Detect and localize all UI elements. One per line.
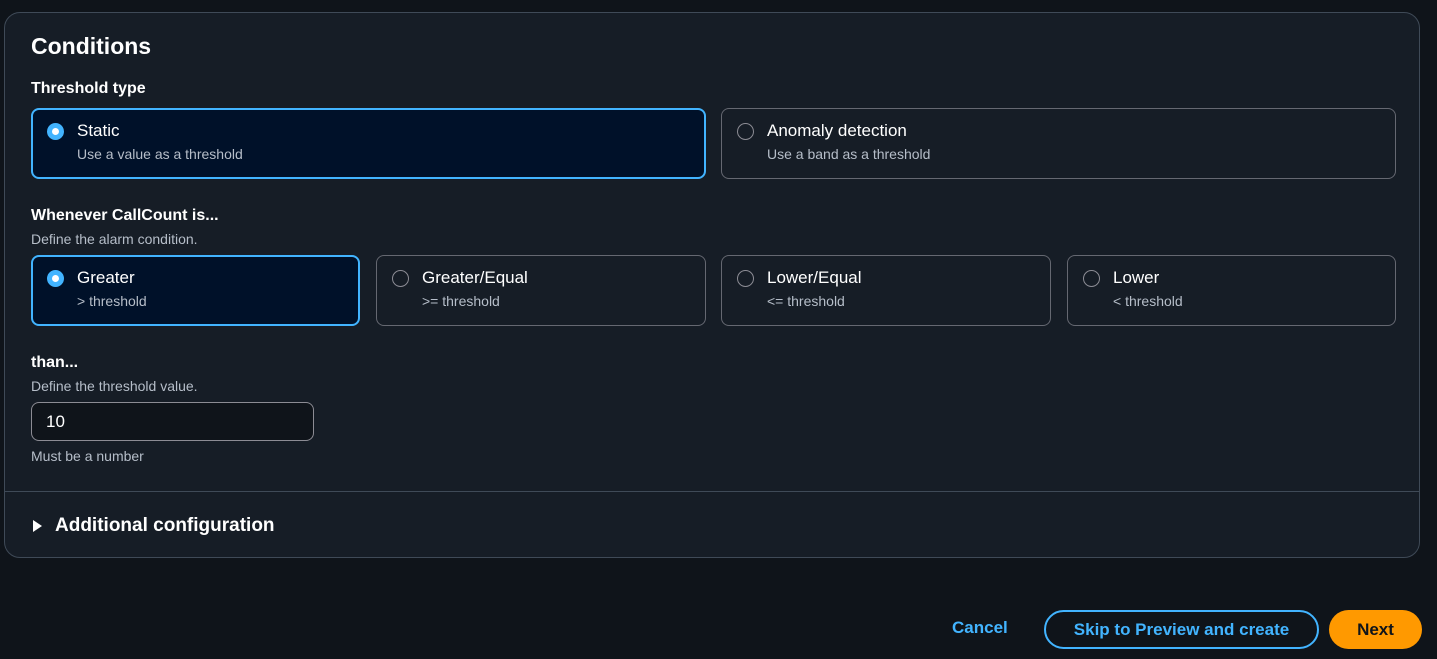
- threshold-value-input[interactable]: [31, 402, 314, 441]
- condition-lower-option[interactable]: Lower < threshold: [1067, 255, 1396, 326]
- option-title: Greater: [77, 268, 135, 287]
- additional-configuration-expander[interactable]: Additional configuration: [33, 515, 275, 537]
- option-subtitle: Use a value as a threshold: [77, 146, 243, 162]
- threshold-type-anomaly-option[interactable]: Anomaly detection Use a band as a thresh…: [721, 108, 1396, 179]
- threshold-type-static-option[interactable]: Static Use a value as a threshold: [31, 108, 706, 179]
- than-description: Define the threshold value.: [31, 378, 198, 394]
- whenever-label: Whenever CallCount is...: [31, 207, 219, 224]
- caret-right-icon[interactable]: [33, 520, 42, 532]
- option-subtitle: < threshold: [1113, 293, 1183, 309]
- option-subtitle: Use a band as a threshold: [767, 146, 931, 162]
- condition-greater-option[interactable]: Greater > threshold: [31, 255, 360, 326]
- option-subtitle: > threshold: [77, 293, 147, 309]
- option-title: Static: [77, 121, 120, 140]
- condition-greater-equal-option[interactable]: Greater/Equal >= threshold: [376, 255, 706, 326]
- option-title: Lower/Equal: [767, 268, 862, 287]
- radio-unselected-icon[interactable]: [392, 270, 409, 287]
- divider: [5, 491, 1419, 492]
- radio-unselected-icon[interactable]: [737, 123, 754, 140]
- option-subtitle: >= threshold: [422, 293, 500, 309]
- conditions-panel: Conditions Threshold type Static Use a v…: [4, 12, 1420, 558]
- cancel-button[interactable]: Cancel: [952, 618, 1008, 638]
- condition-lower-equal-option[interactable]: Lower/Equal <= threshold: [721, 255, 1051, 326]
- panel-title: Conditions: [31, 33, 152, 59]
- option-title: Anomaly detection: [767, 121, 907, 140]
- threshold-type-label: Threshold type: [31, 80, 146, 97]
- radio-selected-icon[interactable]: [47, 123, 64, 140]
- radio-unselected-icon[interactable]: [1083, 270, 1100, 287]
- radio-unselected-icon[interactable]: [737, 270, 754, 287]
- option-title: Greater/Equal: [422, 268, 528, 287]
- radio-selected-icon[interactable]: [47, 270, 64, 287]
- additional-configuration-label: Additional configuration: [55, 515, 275, 536]
- threshold-hint: Must be a number: [31, 448, 144, 464]
- option-title: Lower: [1113, 268, 1160, 287]
- than-label: than...: [31, 354, 79, 371]
- option-subtitle: <= threshold: [767, 293, 845, 309]
- skip-to-preview-button[interactable]: Skip to Preview and create: [1044, 610, 1319, 649]
- whenever-description: Define the alarm condition.: [31, 231, 198, 247]
- next-button[interactable]: Next: [1329, 610, 1422, 649]
